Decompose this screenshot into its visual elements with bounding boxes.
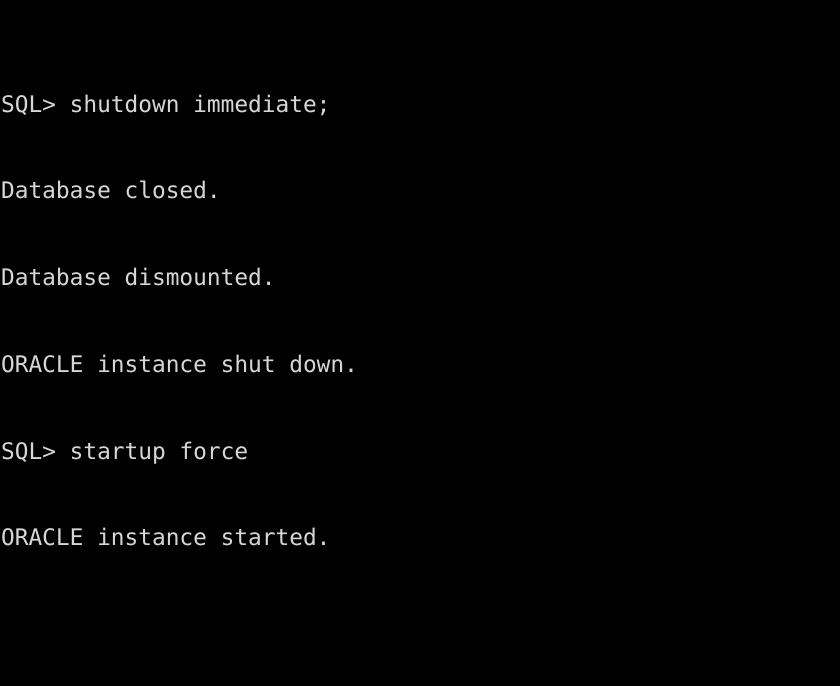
terminal-window[interactable]: SQL> shutdown immediate; Database closed… — [0, 0, 840, 686]
terminal-line-database-dismounted: Database dismounted. — [1, 265, 276, 292]
terminal-line-instance-started: ORACLE instance started. — [1, 525, 331, 552]
terminal-screen[interactable]: SQL> shutdown immediate; Database closed… — [1, 4, 840, 686]
terminal-line-command-startup-force: SQL> startup force — [1, 438, 249, 465]
terminal-line-blank-1 — [1, 611, 840, 640]
terminal-line-instance-shut-down: ORACLE instance shut down. — [1, 351, 358, 378]
terminal-line-command-shutdown: SQL> shutdown immediate; — [1, 91, 331, 118]
terminal-line-database-closed: Database closed. — [1, 178, 221, 205]
